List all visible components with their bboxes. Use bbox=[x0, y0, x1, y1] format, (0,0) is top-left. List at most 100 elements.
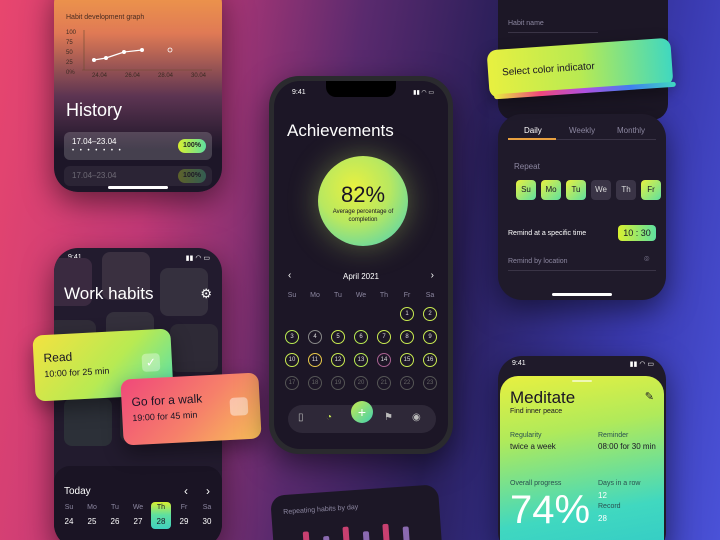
checkbox[interactable] bbox=[229, 397, 249, 416]
repeat-day-we[interactable]: We bbox=[591, 180, 611, 200]
y-tick: 75 bbox=[66, 40, 73, 46]
phone-screen: 9:41 ▮▮ ◠ ▭ Achievements 82% Average per… bbox=[274, 81, 448, 449]
repeat-day-th[interactable]: Th bbox=[616, 180, 636, 200]
calendar-day[interactable]: 1 bbox=[400, 307, 414, 321]
completion-badge: 100% bbox=[178, 139, 206, 153]
calendar-day[interactable]: 14 bbox=[377, 353, 391, 367]
habit-card-walk[interactable]: Go for a walk 19:00 for 45 min bbox=[120, 372, 262, 446]
weekday-label: Mo bbox=[87, 504, 97, 511]
tab-monthly[interactable]: Monthly bbox=[617, 126, 645, 135]
calendar-day[interactable]: 4 bbox=[308, 330, 322, 344]
weekday-label: Sa bbox=[425, 292, 435, 299]
completion-label: Average percentage of completion bbox=[332, 209, 394, 223]
add-habit-button[interactable]: + bbox=[351, 401, 373, 423]
calendar-day[interactable]: 9 bbox=[423, 330, 437, 344]
calendar-day[interactable]: 3 bbox=[285, 330, 299, 344]
calendar-day[interactable]: 6 bbox=[354, 330, 368, 344]
repeat-day-tu[interactable]: Tu bbox=[566, 180, 586, 200]
x-tick: 28.04 bbox=[158, 73, 174, 79]
history-week-card[interactable]: 17.04–23.04 100% bbox=[64, 166, 212, 186]
calendar-day[interactable]: 20 bbox=[354, 376, 368, 390]
next-month-icon[interactable]: › bbox=[431, 270, 434, 281]
weekday-label: Sa bbox=[202, 504, 212, 511]
gear-icon[interactable]: ⚙ bbox=[200, 286, 212, 302]
calendar-day[interactable]: 17 bbox=[285, 376, 299, 390]
day-number[interactable]: 24 bbox=[59, 517, 79, 526]
tab-weekly[interactable]: Weekly bbox=[569, 126, 595, 135]
calendar-day[interactable]: 5 bbox=[331, 330, 345, 344]
calendar-day[interactable]: 15 bbox=[400, 353, 414, 367]
weekday-label: We bbox=[132, 504, 144, 511]
divider bbox=[556, 139, 656, 140]
tab-daily[interactable]: Daily bbox=[524, 126, 542, 135]
day-number[interactable]: 26 bbox=[105, 517, 125, 526]
habit-title: Read bbox=[43, 349, 73, 366]
habit-graph bbox=[82, 30, 212, 71]
habit-detail-card: Meditate ✎ Find inner peace Regularity t… bbox=[500, 376, 664, 540]
completion-percentage: 82% bbox=[340, 182, 386, 207]
divider bbox=[508, 32, 598, 33]
x-tick: 24.04 bbox=[92, 73, 108, 79]
graph-title: Habit development graph bbox=[66, 14, 145, 21]
remind-time-value[interactable]: 10 : 30 bbox=[618, 225, 656, 241]
day-number[interactable]: 29 bbox=[174, 517, 194, 526]
repeat-day-fr[interactable]: Fr bbox=[641, 180, 661, 200]
edit-icon[interactable]: ✎ bbox=[645, 390, 654, 403]
calendar-day[interactable]: 19 bbox=[331, 376, 345, 390]
calendar-day[interactable]: 23 bbox=[423, 376, 437, 390]
calendar-day[interactable]: 21 bbox=[377, 376, 391, 390]
drag-handle[interactable] bbox=[572, 380, 592, 382]
weekday-label: Th bbox=[379, 292, 389, 299]
background-tile bbox=[170, 324, 218, 372]
panel-title: Repeating habits by day bbox=[283, 503, 359, 517]
bar bbox=[362, 531, 371, 540]
check-icon[interactable]: ✓ bbox=[141, 353, 161, 372]
completion-circle: 82% Average percentage of completion bbox=[318, 156, 408, 246]
next-week-icon[interactable]: › bbox=[206, 484, 210, 498]
calendar-day[interactable]: 22 bbox=[400, 376, 414, 390]
x-tick: 30.04 bbox=[191, 73, 207, 79]
day-number[interactable]: 25 bbox=[82, 517, 102, 526]
profile-icon[interactable]: ◉ bbox=[412, 412, 421, 423]
today-panel bbox=[54, 466, 222, 540]
calendar-day[interactable]: 7 bbox=[377, 330, 391, 344]
habit-subtitle: Find inner peace bbox=[510, 408, 563, 415]
day-number[interactable]: 30 bbox=[197, 517, 217, 526]
prev-week-icon[interactable]: ‹ bbox=[184, 484, 188, 498]
calendar-day[interactable]: 8 bbox=[400, 330, 414, 344]
repeat-day-su[interactable]: Su bbox=[516, 180, 536, 200]
status-time: 9:41 bbox=[512, 360, 526, 367]
calendar-day[interactable]: 12 bbox=[331, 353, 345, 367]
remind-location-label[interactable]: Remind by location bbox=[508, 258, 568, 265]
calendar-day[interactable]: 18 bbox=[308, 376, 322, 390]
habit-title: Go for a walk bbox=[131, 391, 203, 410]
weekday-label: Th bbox=[151, 502, 171, 515]
page-title: Work habits bbox=[64, 284, 154, 303]
calendar-day[interactable]: 11 bbox=[308, 353, 322, 367]
weekday-label: Su bbox=[64, 504, 74, 511]
flag-icon[interactable]: ⚑ bbox=[384, 412, 393, 423]
week-dots: • • • • • • • bbox=[72, 148, 123, 154]
history-title: History bbox=[66, 100, 123, 120]
day-number[interactable]: 27 bbox=[128, 517, 148, 526]
x-tick: 26.04 bbox=[125, 73, 141, 79]
stats-icon[interactable]: ◔ bbox=[326, 412, 332, 423]
weekday-label: We bbox=[355, 292, 367, 299]
calendar-day[interactable]: 2 bbox=[423, 307, 437, 321]
history-week-card[interactable]: 17.04–23.04 • • • • • • • 100% bbox=[64, 132, 212, 160]
calendar-day[interactable]: 10 bbox=[285, 353, 299, 367]
status-icons: ▮▮ ◠ ▭ bbox=[185, 255, 210, 262]
home-indicator bbox=[552, 293, 612, 296]
regularity-value: twice a week bbox=[510, 442, 556, 451]
page-title: Achievements bbox=[287, 121, 394, 140]
habit-schedule: 10:00 for 25 min bbox=[44, 365, 110, 380]
record-label: Record bbox=[598, 503, 621, 510]
week-range: 17.04–23.04 bbox=[72, 137, 117, 146]
calendar-day[interactable]: 13 bbox=[354, 353, 368, 367]
habit-title: Meditate bbox=[510, 388, 576, 407]
reminder-label: Reminder bbox=[598, 432, 629, 439]
calendar-day[interactable]: 16 bbox=[423, 353, 437, 367]
repeat-day-mo[interactable]: Mo bbox=[541, 180, 561, 200]
day-number[interactable]: 28 bbox=[151, 515, 171, 529]
clipboard-icon[interactable]: ▯ bbox=[298, 412, 304, 423]
